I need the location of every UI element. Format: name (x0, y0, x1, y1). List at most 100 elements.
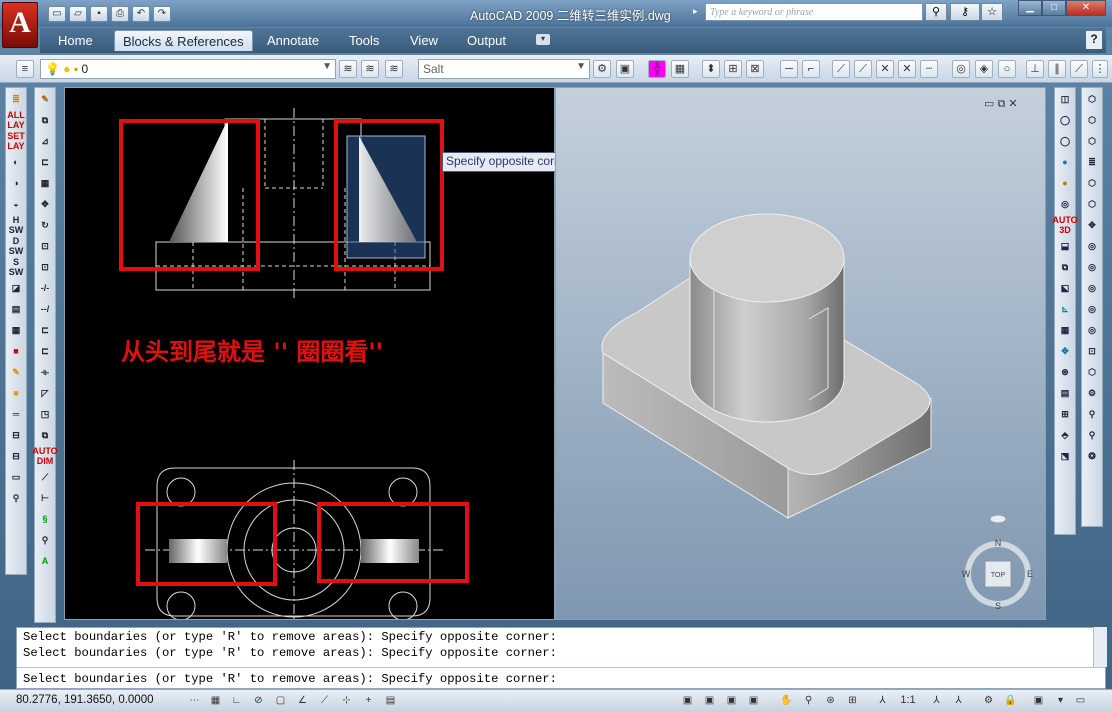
subscription-icon[interactable]: ⚷ (950, 3, 980, 21)
offset-icon[interactable]: ⊏ (35, 152, 55, 172)
minimize-icon[interactable]: ▁ (1018, 0, 1042, 16)
autocad-logo[interactable]: A (2, 2, 38, 48)
ducs-icon[interactable]: ⟋ (316, 693, 333, 710)
explode-icon[interactable]: ◳ (35, 404, 55, 424)
search-expand-icon[interactable]: ▸ (693, 6, 698, 17)
command-scrollbar[interactable] (1093, 627, 1107, 667)
render-icon[interactable]: ⊞ (1055, 404, 1075, 424)
more-icon[interactable]: ⋮ (1092, 60, 1108, 78)
layer-isolate-icon[interactable]: ◑ (6, 173, 26, 193)
move-icon[interactable]: ✥ (35, 194, 55, 214)
layer-state-icon[interactable]: ≋ (339, 60, 357, 78)
quadrant-icon[interactable]: ◈ (975, 60, 993, 78)
extend-icon[interactable]: --/ (35, 299, 55, 319)
presspull-icon[interactable]: ⬡ (1082, 173, 1102, 193)
section-icon[interactable]: ▤ (1055, 383, 1075, 403)
lock-icon[interactable]: 🔒 (1002, 693, 1019, 710)
palette-icon[interactable]: ■ (6, 341, 26, 361)
light-icon[interactable]: ⬘ (1055, 425, 1075, 445)
auto-dim-button[interactable]: AUTO DIM (32, 446, 57, 466)
set-layer-button[interactable]: SET LAY (6, 131, 26, 151)
paint-icon[interactable]: ✎ (6, 362, 26, 382)
copy-icon[interactable]: ⧉ (35, 110, 55, 130)
snap-icon[interactable]: ╬ (648, 60, 666, 78)
help-button[interactable]: ? (1086, 31, 1102, 49)
intersect-icon[interactable]: ✕ (898, 60, 916, 78)
camera-icon[interactable]: ◎ (1055, 194, 1075, 214)
edit-block-icon[interactable]: ⊠ (746, 60, 764, 78)
perpendicular-icon[interactable]: ⊥ (1026, 60, 1044, 78)
ribbon-collapse-icon[interactable]: ▾ (536, 34, 550, 45)
dim-aligned-icon[interactable]: ⟋ (35, 467, 55, 487)
restore-icon[interactable]: ⧉ (997, 98, 1005, 110)
clean-screen-icon[interactable]: ▭ (1072, 693, 1089, 710)
ucs-icon[interactable]: ⊾ (1055, 299, 1075, 319)
favorites-icon[interactable]: ☆ (981, 3, 1003, 21)
tab-tools[interactable]: Tools (341, 30, 387, 51)
undo-icon[interactable]: ↶ (132, 6, 150, 22)
slice-icon[interactable]: ⬡ (1082, 194, 1102, 214)
save-icon[interactable]: ▪ (90, 6, 108, 22)
viewcube[interactable]: TOP N S E W (962, 514, 1033, 611)
polar-icon[interactable]: ⊘ (250, 693, 267, 710)
tab-blocks-references[interactable]: Blocks & References (114, 30, 253, 51)
osnap-icon[interactable]: ▢ (272, 693, 289, 710)
orbit-icon[interactable]: ✥ (1055, 341, 1075, 361)
loft-icon[interactable]: ≣ (1082, 152, 1102, 172)
all-layers-button[interactable]: ALL LAY (6, 110, 26, 130)
s-sw-button[interactable]: S SW (6, 257, 26, 277)
zoom-icon[interactable]: ⚲ (6, 488, 26, 508)
open-icon[interactable]: ▱ (69, 6, 87, 22)
pan-icon[interactable]: ⚲ (1082, 425, 1102, 445)
workspace-icon[interactable]: ⚙ (980, 693, 997, 710)
break-icon[interactable]: ⊏ (35, 320, 55, 340)
zoom-icon[interactable]: ⚲ (35, 530, 55, 550)
attribute-icon[interactable]: ⊞ (724, 60, 742, 78)
tab-output[interactable]: Output (459, 30, 514, 51)
qselect-icon[interactable]: ▤ (6, 299, 26, 319)
pan-icon[interactable]: ✋ (778, 693, 795, 710)
annotation-scale-icon[interactable]: ⅄ (874, 693, 891, 710)
thicken-icon[interactable]: ◎ (1082, 278, 1102, 298)
model-icon[interactable]: ▣ (679, 693, 696, 710)
maximize-icon[interactable]: □ (1042, 0, 1066, 16)
tab-view[interactable]: View (402, 30, 446, 51)
mirror-icon[interactable]: ⊿ (35, 131, 55, 151)
status-menu-icon[interactable]: ▾ (1052, 693, 1069, 710)
command-line[interactable]: Select boundaries (or type 'R' to remove… (16, 627, 1106, 689)
trim-icon[interactable]: -/- (35, 278, 55, 298)
showmotion-icon[interactable]: ⊞ (844, 693, 861, 710)
line-type-icon[interactable]: ═ (6, 404, 26, 424)
stretch-icon[interactable]: ⊟ (6, 425, 26, 445)
revolve-icon[interactable]: ⬡ (1082, 110, 1102, 130)
fillet-icon[interactable]: ◸ (35, 383, 55, 403)
chevron-down-icon[interactable]: ▼ (322, 61, 332, 72)
line-icon[interactable]: ─ (780, 60, 798, 78)
pencil-icon[interactable]: ✎ (35, 89, 55, 109)
subtract-icon[interactable]: ⬕ (1055, 278, 1075, 298)
chamfer-icon[interactable]: ⟛ (35, 362, 55, 382)
layer-prev-icon[interactable]: ≋ (361, 60, 379, 78)
otrack-icon[interactable]: ∠ (294, 693, 311, 710)
table-icon[interactable]: ▦ (6, 320, 26, 340)
rib-left-top[interactable] (169, 539, 227, 563)
annotation-scale[interactable]: 1:1 (893, 693, 923, 710)
ray-icon[interactable]: ⟋ (832, 60, 850, 78)
tab-annotate[interactable]: Annotate (259, 30, 327, 51)
explode2-icon[interactable]: ⧉ (35, 425, 55, 445)
cross-icon[interactable]: ✕ (876, 60, 894, 78)
erase-dim-icon[interactable]: ◪ (6, 278, 26, 298)
tangent-icon[interactable]: ○ (998, 60, 1016, 78)
sweep-icon[interactable]: ⬡ (1082, 131, 1102, 151)
drawing-viewport-3d[interactable]: ▭ ⧉ ✕ TOP N S E W (555, 87, 1046, 620)
nearest-icon[interactable]: ⟋ (1070, 60, 1088, 78)
walk-icon[interactable]: ⚙ (1082, 383, 1102, 403)
color-icon[interactable]: ■ (6, 383, 26, 403)
qp-icon[interactable]: ▤ (382, 693, 399, 710)
steering-icon[interactable]: ❂ (1082, 446, 1102, 466)
box-icon[interactable]: ◫ (1055, 89, 1075, 109)
grid-mode-icon[interactable]: ▦ (207, 693, 224, 710)
search-icon[interactable]: ⚲ (925, 3, 947, 21)
gear-icon[interactable]: ⚙ (593, 60, 611, 78)
grid-icon[interactable]: ▦ (1055, 320, 1075, 340)
